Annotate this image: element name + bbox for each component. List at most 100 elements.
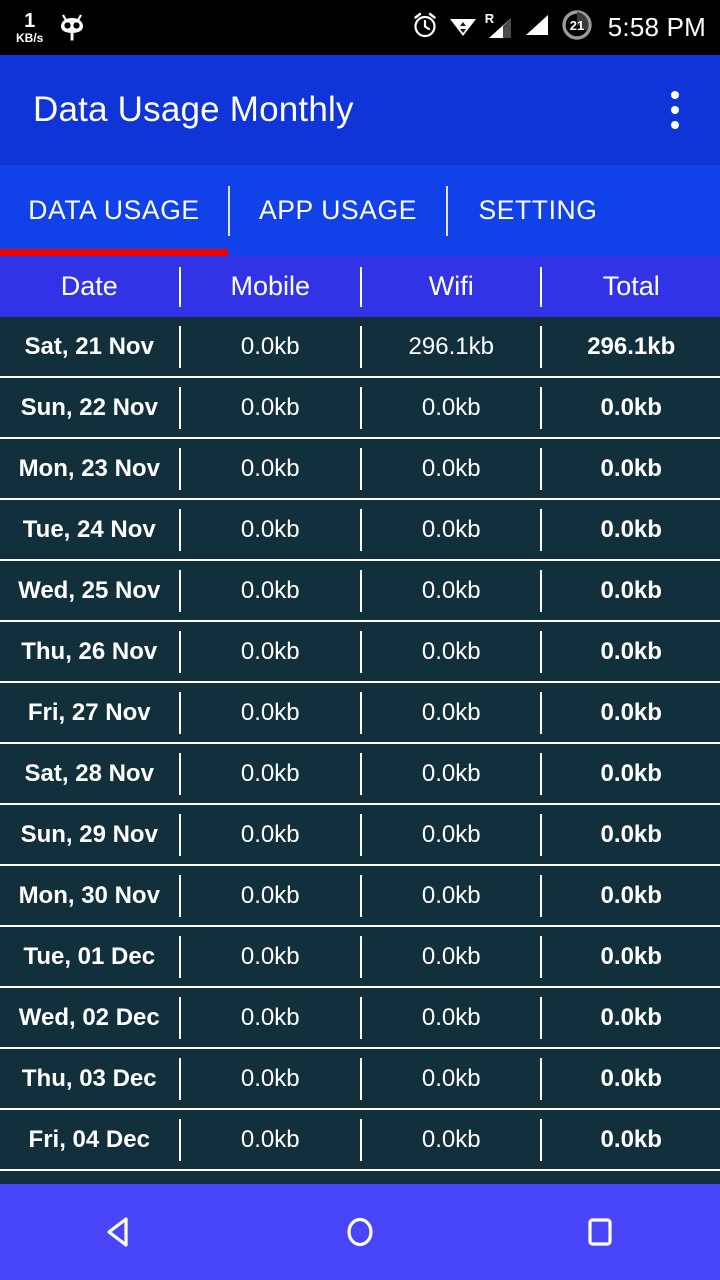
network-speed-indicator: 1 KB/s: [16, 11, 43, 44]
cell-wifi: 0.0kb: [421, 515, 481, 543]
cell-total: 0.0kb: [600, 454, 662, 482]
cell-wifi: 0.0kb: [421, 1064, 481, 1092]
cell-wifi: 0.0kb: [421, 820, 481, 848]
cell-wifi: 0.0kb: [421, 942, 481, 970]
table-row[interactable]: Thu, 03 Dec 0.0kb 0.0kb 0.0kb: [0, 1049, 720, 1110]
cell-total: 0.0kb: [600, 820, 662, 848]
cell-date: Tue, 24 Nov: [22, 515, 156, 543]
cell-wifi: 0.0kb: [421, 1125, 481, 1153]
cell-date: Sun, 29 Nov: [20, 820, 158, 848]
cell-total: 0.0kb: [600, 393, 662, 421]
table-row[interactable]: Wed, 25 Nov 0.0kb 0.0kb 0.0kb: [0, 561, 720, 622]
column-header-mobile: Mobile: [230, 271, 311, 301]
column-header-total: Total: [602, 271, 660, 301]
cell-mobile: 0.0kb: [240, 881, 300, 909]
cell-wifi: 0.0kb: [421, 1003, 481, 1031]
cell-mobile: 0.0kb: [240, 759, 300, 787]
cell-total: 0.0kb: [600, 576, 662, 604]
cell-total: 296.1kb: [587, 332, 676, 360]
tab-app-usage[interactable]: APP USAGE: [230, 165, 446, 256]
table-row[interactable]: Fri, 04 Dec 0.0kb 0.0kb 0.0kb: [0, 1110, 720, 1171]
cell-mobile: 0.0kb: [240, 942, 300, 970]
cell-mobile: 0.0kb: [240, 576, 300, 604]
phone-screen: 1 KB/s R 21 5:58 PM Data Usage Monthly D…: [0, 0, 720, 1280]
table-body: Sat, 21 Nov 0.0kb 296.1kb 296.1kb Sun, 22 No…: [0, 317, 720, 1184]
overflow-dot: [671, 91, 679, 99]
cell-wifi: 0.0kb: [421, 576, 481, 604]
table-row[interactable]: Sat, 21 Nov 0.0kb 296.1kb 296.1kb: [0, 317, 720, 378]
cell-date: Wed, 25 Nov: [18, 576, 161, 604]
cell-mobile: 0.0kb: [240, 515, 300, 543]
table-row[interactable]: Mon, 23 Nov 0.0kb 0.0kb 0.0kb: [0, 439, 720, 500]
table-row[interactable]: Fri, 27 Nov 0.0kb 0.0kb 0.0kb: [0, 683, 720, 744]
home-button[interactable]: [285, 1184, 435, 1280]
table-row[interactable]: Tue, 01 Dec 0.0kb 0.0kb 0.0kb: [0, 927, 720, 988]
overflow-dot: [671, 106, 679, 114]
cell-wifi: 0.0kb: [421, 881, 481, 909]
cyanogenmod-mascot-icon: [57, 9, 87, 46]
table-header-row: Date Mobile Wifi Total: [0, 256, 720, 317]
tab-setting[interactable]: SETTING: [448, 165, 628, 256]
table-row[interactable]: Tue, 24 Nov 0.0kb 0.0kb 0.0kb: [0, 500, 720, 561]
cell-mobile: 0.0kb: [240, 332, 300, 360]
status-bar-clock: 5:58 PM: [607, 12, 706, 42]
cell-date: Sat, 28 Nov: [24, 759, 154, 787]
tab-label: DATA USAGE: [28, 195, 200, 225]
tab-bar: DATA USAGE APP USAGE SETTING: [0, 165, 720, 256]
network-speed-unit: KB/s: [16, 31, 44, 45]
cell-mobile: 0.0kb: [240, 454, 300, 482]
cell-date: Fri, 04 Dec: [28, 1125, 150, 1153]
column-header-wifi: Wifi: [428, 271, 474, 301]
status-bar: 1 KB/s R 21 5:58 PM: [0, 0, 720, 55]
cell-wifi: 0.0kb: [421, 454, 481, 482]
table-row[interactable]: Sun, 22 Nov 0.0kb 0.0kb 0.0kb: [0, 378, 720, 439]
table-row[interactable]: Wed, 02 Dec 0.0kb 0.0kb 0.0kb: [0, 988, 720, 1049]
table-row[interactable]: Thu, 26 Nov 0.0kb 0.0kb 0.0kb: [0, 622, 720, 683]
cell-total: 0.0kb: [600, 942, 662, 970]
cell-date: Thu, 26 Nov: [21, 637, 158, 665]
table-row[interactable]: Sun, 29 Nov 0.0kb 0.0kb 0.0kb: [0, 805, 720, 866]
cell-date: Tue, 01 Dec: [23, 942, 156, 970]
active-tab-indicator: [0, 249, 228, 256]
cell-mobile: 0.0kb: [240, 1003, 300, 1031]
cell-date: Sun, 22 Nov: [20, 393, 158, 421]
signal-icon: [524, 12, 552, 43]
page-title: Data Usage Monthly: [33, 90, 354, 129]
alarm-icon: [411, 11, 439, 44]
cell-date: Sat, 21 Nov: [24, 332, 154, 360]
tab-data-usage[interactable]: DATA USAGE: [0, 165, 228, 256]
cell-mobile: 0.0kb: [240, 1125, 300, 1153]
cell-wifi: 0.0kb: [421, 759, 481, 787]
recents-button[interactable]: [525, 1184, 675, 1280]
roaming-label: R: [484, 10, 495, 26]
overflow-menu-icon[interactable]: [652, 79, 698, 141]
table-row[interactable]: Sat, 28 Nov 0.0kb 0.0kb 0.0kb: [0, 744, 720, 805]
android-nav-bar: [0, 1184, 720, 1280]
overflow-dot: [671, 121, 679, 129]
cell-date: Mon, 30 Nov: [18, 881, 160, 909]
cell-total: 0.0kb: [600, 698, 662, 726]
battery-icon: 21: [561, 9, 593, 46]
cell-date: Mon, 23 Nov: [18, 454, 160, 482]
cell-total: 0.0kb: [600, 1125, 662, 1153]
cell-mobile: 0.0kb: [240, 393, 300, 421]
cell-total: 0.0kb: [600, 1003, 662, 1031]
cell-mobile: 0.0kb: [240, 1064, 300, 1092]
cell-date: Thu, 03 Dec: [21, 1064, 157, 1092]
app-bar: Data Usage Monthly: [0, 55, 720, 165]
cell-total: 0.0kb: [600, 515, 662, 543]
cell-total: 0.0kb: [600, 637, 662, 665]
tab-label: SETTING: [478, 195, 598, 225]
cell-date: Wed, 02 Dec: [18, 1003, 160, 1031]
cell-total: 0.0kb: [600, 1064, 662, 1092]
cell-wifi: 296.1kb: [408, 332, 494, 360]
network-speed-value: 1: [24, 10, 36, 32]
cell-mobile: 0.0kb: [240, 637, 300, 665]
table-row[interactable]: Mon, 30 Nov 0.0kb 0.0kb 0.0kb: [0, 866, 720, 927]
status-bar-right: R 21 5:58 PM: [411, 9, 706, 46]
cell-wifi: 0.0kb: [421, 393, 481, 421]
tab-label: APP USAGE: [258, 195, 418, 225]
back-button[interactable]: [45, 1184, 195, 1280]
cell-total: 0.0kb: [600, 881, 662, 909]
cell-total: 0.0kb: [600, 759, 662, 787]
